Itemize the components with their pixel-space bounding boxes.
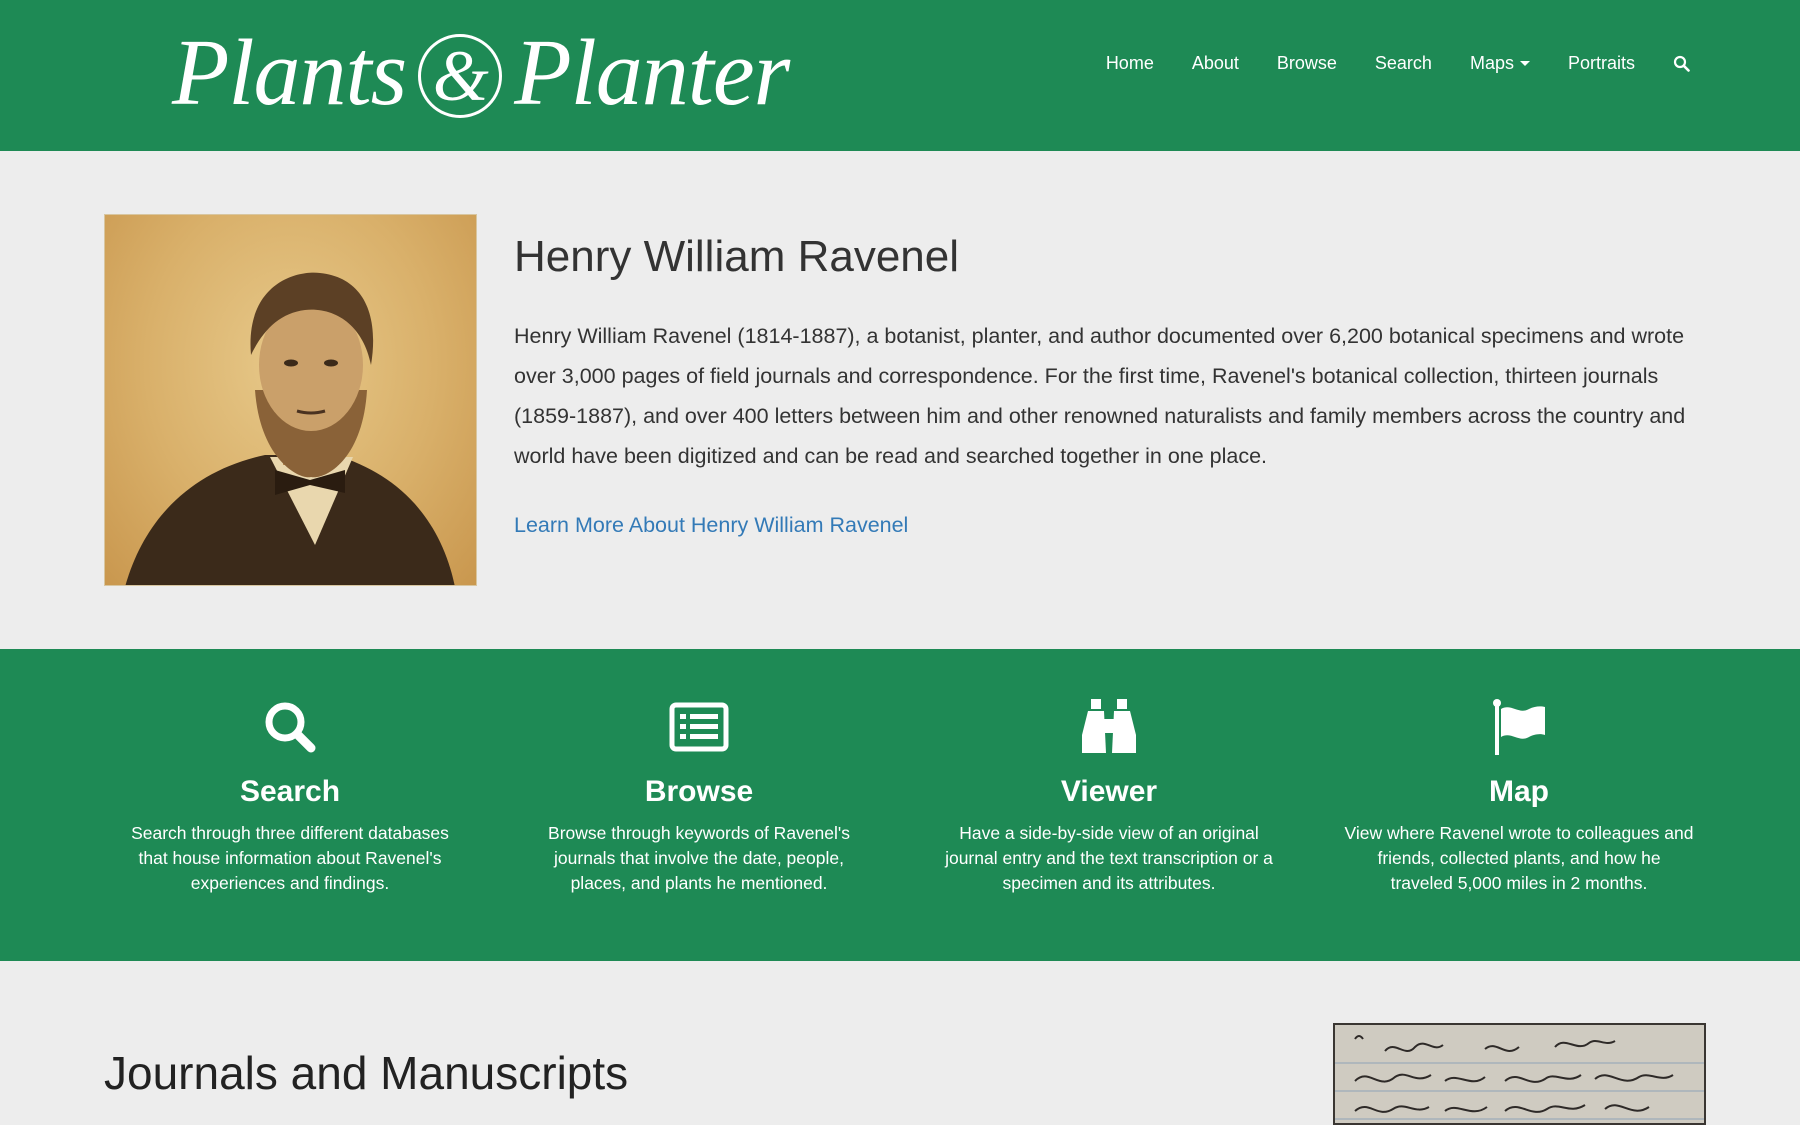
intro-paragraph: Henry William Ravenel (1814-1887), a bot… xyxy=(514,324,1686,468)
journals-heading: Journals and Manuscripts xyxy=(104,1047,629,1099)
search-icon xyxy=(265,702,316,753)
features-band: Search Search through three different da… xyxy=(0,649,1800,961)
nav-home[interactable]: Home xyxy=(1106,48,1154,78)
feature-title: Viewer xyxy=(1060,775,1158,808)
main-nav: Home About Browse Search Maps Portraits xyxy=(1068,48,1690,78)
feature-title: Search xyxy=(239,775,341,808)
feature-title: Map xyxy=(1489,775,1549,808)
ravenel-portrait-photo xyxy=(104,214,477,586)
page-title: Henry William Ravenel xyxy=(514,232,960,281)
logo-word-plants: Plants xyxy=(172,21,407,125)
feature-description: View where Ravenel wrote to colleagues a… xyxy=(1344,823,1694,893)
feature-title: Browse xyxy=(644,775,754,808)
site-logo[interactable]: Plants & Planter xyxy=(172,18,790,128)
learn-more-link[interactable]: Learn More About Henry William Ravenel xyxy=(514,513,908,538)
caret-down-icon xyxy=(1519,61,1530,66)
feature-viewer[interactable]: Viewer Have a side-by-side view of an or… xyxy=(904,649,1314,961)
feature-description: Browse through keywords of Ravenel's jou… xyxy=(548,823,850,893)
feature-map[interactable]: Map View where Ravenel wrote to colleagu… xyxy=(1314,649,1724,961)
feature-description: Search through three different databases… xyxy=(131,823,449,893)
feature-browse[interactable]: Browse Browse through keywords of Ravene… xyxy=(494,649,904,961)
feature-search[interactable]: Search Search through three different da… xyxy=(85,649,495,961)
nav-about[interactable]: About xyxy=(1192,48,1239,78)
logo-word-planter: Planter xyxy=(514,21,790,125)
binoculars-icon xyxy=(1082,699,1136,753)
nav-maps-label: Maps xyxy=(1469,53,1514,73)
search-icon[interactable] xyxy=(1673,55,1690,72)
site-header: Plants & Planter Home About Browse Search … xyxy=(0,0,1800,151)
nav-portraits[interactable]: Portraits xyxy=(1568,48,1635,78)
nav-browse[interactable]: Browse xyxy=(1277,48,1337,78)
nav-maps-dropdown[interactable]: Maps xyxy=(1470,48,1530,78)
feature-description: Have a side-by-side view of an original … xyxy=(945,823,1273,893)
manuscript-thumbnail[interactable] xyxy=(1333,1023,1706,1125)
logo-ampersand: & xyxy=(418,34,503,118)
nav-search[interactable]: Search xyxy=(1375,48,1432,78)
flag-icon xyxy=(1493,699,1545,755)
list-icon xyxy=(669,702,729,752)
